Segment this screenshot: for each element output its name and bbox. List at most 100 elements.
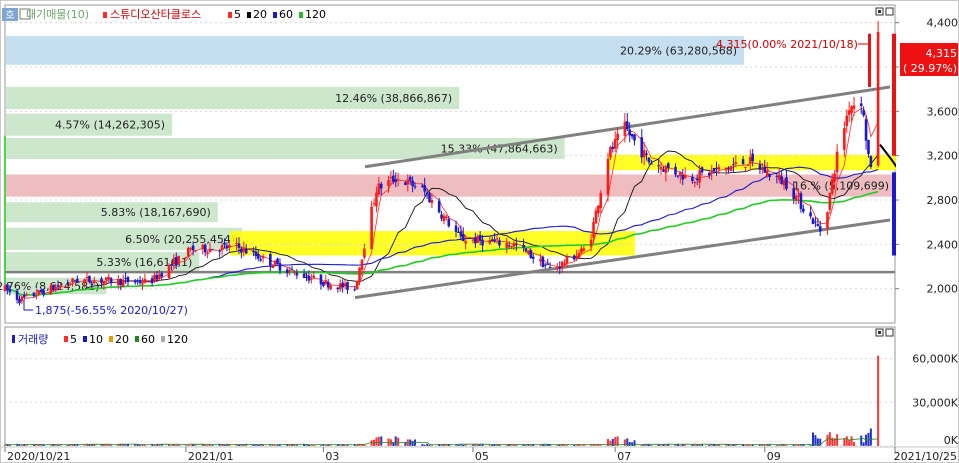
candle-body xyxy=(662,169,665,172)
candle-body xyxy=(459,231,463,237)
candle-body xyxy=(413,186,417,188)
volume-bar xyxy=(57,445,60,446)
candle-body xyxy=(828,193,832,211)
candle-body xyxy=(816,224,820,226)
candle-body xyxy=(387,179,390,186)
candle-body xyxy=(126,277,130,283)
candle-body xyxy=(809,212,812,217)
candle-body xyxy=(461,233,465,242)
candle-body xyxy=(843,128,846,150)
candle-body xyxy=(310,278,313,280)
price-range-down-bar xyxy=(892,172,896,256)
close-icon[interactable] xyxy=(885,7,894,16)
candle-body xyxy=(228,245,231,248)
volume-bar xyxy=(168,444,171,446)
candle-body xyxy=(396,179,400,181)
vol-ma-period-label: 120 xyxy=(167,333,188,346)
panel-badge[interactable]: 호 xyxy=(5,10,14,22)
candle-body xyxy=(541,256,545,268)
candle-body xyxy=(319,274,323,285)
candle-body xyxy=(187,247,190,257)
candle-body xyxy=(273,260,277,266)
current-price-label: 4,315 xyxy=(926,47,958,60)
candle-body xyxy=(8,289,12,293)
candle-body xyxy=(869,156,873,167)
low-price-annotation: 1,875(-56.55% 2020/10/27) xyxy=(35,304,188,317)
candle-body xyxy=(220,245,224,251)
candle-body xyxy=(777,175,781,180)
ma-period-label: 5 xyxy=(234,8,241,21)
volume-bar xyxy=(862,442,865,446)
price-tick-label: 4,400 xyxy=(927,17,959,30)
candle-body xyxy=(490,239,494,242)
restore-icon-inner xyxy=(878,10,881,13)
candle-body xyxy=(814,221,817,223)
date-tick-label: 2021/01 xyxy=(188,450,234,463)
volume-profile-bar xyxy=(6,174,896,197)
volume-bar xyxy=(375,437,378,446)
volume-bar xyxy=(257,444,260,446)
volume-ma-legend: 5 10 20 60 120 xyxy=(64,333,188,346)
candle-body xyxy=(481,239,484,246)
volume-bar xyxy=(797,444,800,446)
candle-body xyxy=(254,251,258,256)
ma-period-legend: 5 20 60 120 xyxy=(228,8,326,21)
candle-body xyxy=(56,285,60,287)
candle-body xyxy=(695,178,699,181)
volume-close-icon[interactable] xyxy=(885,328,894,337)
candle-body xyxy=(642,150,646,158)
candle-body xyxy=(39,290,43,293)
volume-bar xyxy=(252,444,255,446)
candle-body xyxy=(172,259,176,264)
candle-body xyxy=(539,259,542,262)
volume-bar xyxy=(462,444,465,446)
candle-body xyxy=(548,266,552,268)
date-tick-label: 05 xyxy=(475,450,489,463)
candle-body xyxy=(358,267,361,282)
candle-body xyxy=(105,277,108,281)
candle-body xyxy=(732,164,735,166)
volume-bar xyxy=(573,444,576,446)
candle-body xyxy=(261,255,265,259)
volume-bar xyxy=(380,436,383,446)
candle-body xyxy=(49,285,53,295)
candle-body xyxy=(515,243,518,245)
candle-body xyxy=(307,275,311,281)
candle-body xyxy=(71,278,74,283)
volume-bar xyxy=(860,435,863,446)
candle-body xyxy=(625,121,629,130)
candle-body xyxy=(613,138,617,149)
candle-body xyxy=(244,249,248,254)
volume-bar xyxy=(609,440,612,446)
candle-body xyxy=(150,278,154,284)
candle-body xyxy=(577,253,581,258)
candle-body xyxy=(174,257,178,266)
candle-body xyxy=(285,269,289,274)
volume-profile-label: 5.83% (18,167,690) xyxy=(101,206,211,219)
candle-body xyxy=(223,242,226,245)
candle-body xyxy=(256,253,260,259)
candle-body xyxy=(640,137,644,158)
candle-body xyxy=(811,218,815,224)
candle-body xyxy=(167,265,171,279)
candle-body xyxy=(594,210,598,224)
candle-body xyxy=(700,167,704,173)
volume-bar xyxy=(392,442,395,446)
candle-body xyxy=(850,106,853,113)
volume-bar xyxy=(819,438,822,446)
candle-body xyxy=(259,259,262,261)
candle-body xyxy=(278,263,282,271)
candle-body xyxy=(785,177,788,189)
candle-body xyxy=(430,199,434,204)
candle-body xyxy=(237,243,241,248)
candle-body xyxy=(22,294,26,297)
candle-body xyxy=(505,242,508,248)
candle-body xyxy=(440,214,443,219)
candle-body xyxy=(445,216,448,219)
candle-body xyxy=(240,248,243,253)
candle-body xyxy=(797,195,800,197)
price-tick-label: 2,000 xyxy=(927,283,959,296)
candle-body xyxy=(336,287,340,290)
candle-body xyxy=(679,172,682,176)
candle-body xyxy=(68,283,72,285)
